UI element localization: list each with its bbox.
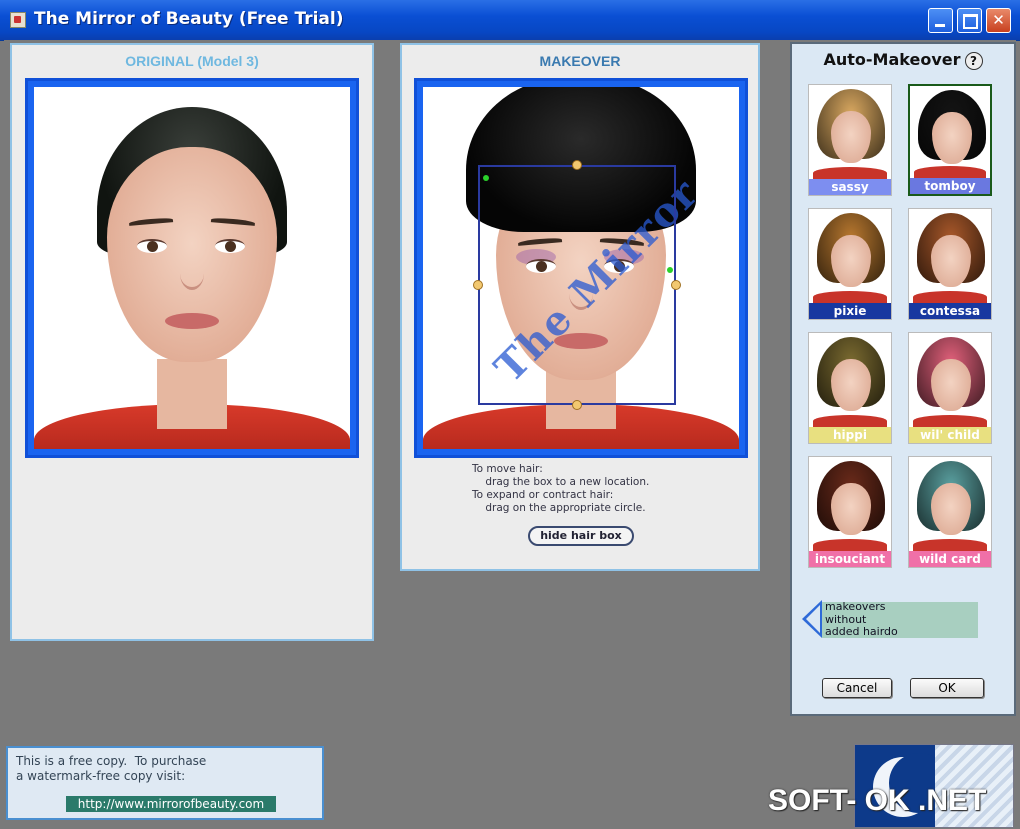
hair-box-right-handle[interactable] — [671, 280, 681, 290]
title-bar: The Mirror of Beauty (Free Trial) ✕ — [0, 0, 1020, 41]
hairstyle-wild-card[interactable]: wild card — [908, 456, 992, 568]
hairstyle-pixie[interactable]: pixie — [808, 208, 892, 320]
hide-hair-box-button[interactable]: hide hair box — [528, 526, 634, 546]
hairstyle-contessa[interactable]: contessa — [908, 208, 992, 320]
ok-button[interactable]: OK — [910, 678, 984, 698]
cancel-button[interactable]: Cancel — [822, 678, 892, 698]
auto-makeover-panel: Auto-Makeover? sassy tomboy pixie contessa h… — [790, 42, 1016, 716]
original-photo-frame — [25, 78, 359, 458]
free-copy-text: This is a free copy. To purchase a water… — [16, 754, 207, 783]
makeover-photo[interactable]: The Mirror — [423, 87, 739, 449]
main-area: ORIGINAL (Model 3) MAKEOVER The Mirror T… — [4, 40, 1016, 829]
hairstyle-label: wil' child — [909, 427, 991, 443]
makeover-photo-frame: The Mirror — [414, 78, 748, 458]
no-hairdo-button[interactable]: makeovers without added hairdo — [822, 600, 978, 638]
hair-box[interactable] — [478, 165, 676, 405]
free-copy-notice: This is a free copy. To purchase a water… — [6, 746, 324, 820]
hair-anchor-left[interactable] — [483, 175, 489, 181]
hair-instructions: To move hair: drag the box to a new loca… — [472, 463, 650, 514]
hairstyle-sassy[interactable]: sassy — [808, 84, 892, 196]
close-button[interactable]: ✕ — [986, 8, 1011, 33]
hair-anchor-right[interactable] — [667, 267, 673, 273]
makeover-panel-title: MAKEOVER — [539, 53, 621, 69]
hairstyle-label: pixie — [809, 303, 891, 319]
no-hairdo-label: makeovers without added hairdo — [825, 600, 898, 638]
purchase-link[interactable]: http://www.mirrorofbeauty.com — [66, 796, 276, 812]
auto-makeover-label: Auto-Makeover — [823, 50, 961, 69]
hairstyle-label: wild card — [909, 551, 991, 567]
hairstyle-label: contessa — [909, 303, 991, 319]
original-panel-title: ORIGINAL (Model 3) — [125, 53, 259, 69]
minimize-button[interactable] — [928, 8, 953, 33]
help-icon[interactable]: ? — [964, 51, 983, 70]
hair-box-bottom-handle[interactable] — [572, 400, 582, 410]
soft-ok-watermark: SOFT- OK .NET — [768, 784, 987, 817]
hairstyle-wil-child[interactable]: wil' child — [908, 332, 992, 444]
hair-box-left-handle[interactable] — [473, 280, 483, 290]
hairstyle-label: sassy — [809, 179, 891, 195]
window-title: The Mirror of Beauty (Free Trial) — [34, 9, 344, 29]
maximize-button[interactable] — [957, 8, 982, 33]
makeover-panel: MAKEOVER The Mirror To move hair: drag t… — [400, 43, 760, 571]
hairstyle-hippi[interactable]: hippi — [808, 332, 892, 444]
hairstyle-tomboy[interactable]: tomboy — [908, 84, 992, 196]
no-hairdo-arrow-icon[interactable] — [802, 600, 822, 638]
original-panel: ORIGINAL (Model 3) — [10, 43, 374, 641]
hairstyle-label: tomboy — [910, 178, 990, 194]
hairstyle-label: insouciant — [809, 551, 891, 567]
hairstyle-label: hippi — [809, 427, 891, 443]
auto-makeover-title: Auto-Makeover? — [792, 50, 1014, 70]
hair-box-top-handle[interactable] — [572, 160, 582, 170]
original-photo — [34, 87, 350, 449]
java-app-icon[interactable] — [10, 12, 26, 28]
hairstyle-insouciant[interactable]: insouciant — [808, 456, 892, 568]
